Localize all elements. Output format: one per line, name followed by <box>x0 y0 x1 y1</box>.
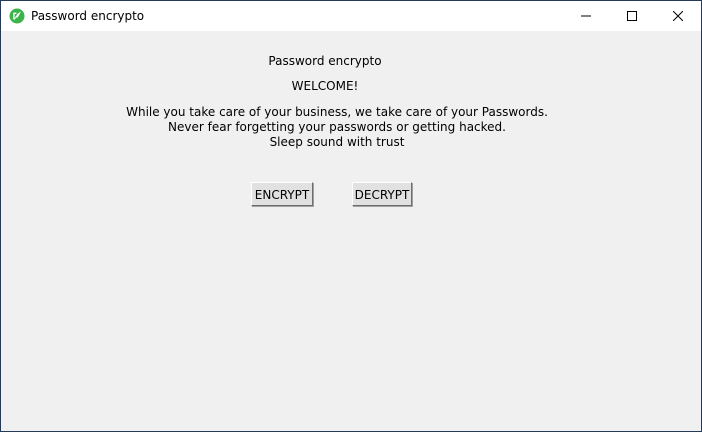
title-bar[interactable]: Password encrypto <box>1 1 701 31</box>
maximize-icon <box>627 11 637 21</box>
encrypt-button[interactable]: ENCRYPT <box>251 182 313 206</box>
close-icon <box>673 11 683 21</box>
minimize-icon <box>581 15 591 17</box>
tagline-line: While you take care of your business, we… <box>126 105 548 119</box>
app-feather-icon <box>9 8 25 24</box>
app-heading: Password encrypto <box>268 54 382 68</box>
close-button[interactable] <box>655 1 701 31</box>
decrypt-button[interactable]: DECRYPT <box>352 182 412 206</box>
minimize-button[interactable] <box>563 1 609 31</box>
tagline-line: Sleep sound with trust <box>269 135 405 149</box>
client-area: Password encrypto WELCOME! While you tak… <box>1 31 701 431</box>
welcome-label: WELCOME! <box>291 79 359 93</box>
maximize-button[interactable] <box>609 1 655 31</box>
window-title: Password encrypto <box>31 9 145 23</box>
tagline: While you take care of your business, we… <box>1 105 687 150</box>
tagline-line: Never fear forgetting your passwords or … <box>168 120 506 134</box>
app-window: Password encrypto Password encrypto WELC… <box>0 0 702 432</box>
